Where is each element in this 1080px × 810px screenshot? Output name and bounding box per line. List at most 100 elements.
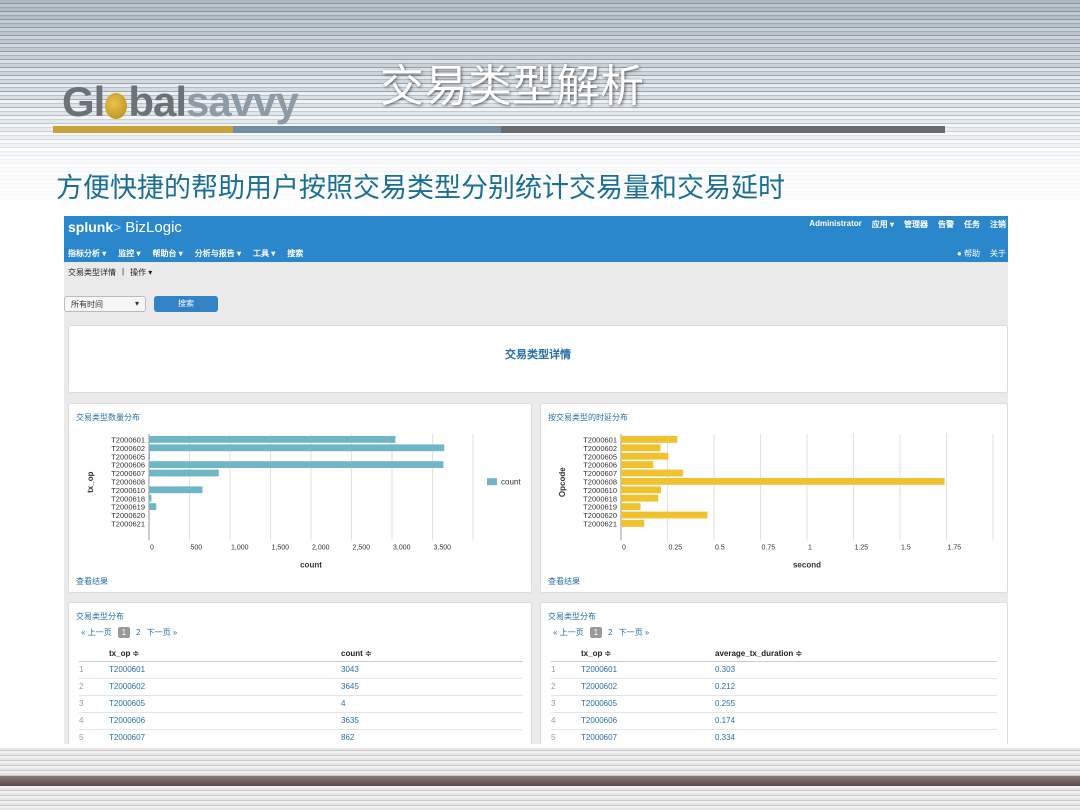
x-tick-label: 3,000: [393, 544, 411, 551]
bar: [621, 452, 669, 460]
bar: [621, 436, 678, 443]
panel-count-chart: 交易类型数量分布 0 500 1,000 1,500 2,000 2,500 3,000 3,…: [68, 403, 532, 593]
nav-helpdesk[interactable]: 帮助台 ▾: [153, 248, 183, 259]
bar: [621, 494, 659, 502]
y-tick-label: T2000621: [111, 520, 145, 529]
user-link-manager[interactable]: 管理器: [904, 219, 928, 230]
table-row[interactable]: 3 T2000605 4: [79, 695, 523, 713]
bar: [621, 469, 684, 477]
row-number: 5: [79, 729, 109, 744]
row-number: 1: [551, 661, 581, 679]
x-tick-label: 0.5: [715, 544, 725, 551]
pager-page-2[interactable]: 2: [136, 628, 140, 637]
pager-next[interactable]: 下一页 »: [619, 627, 650, 638]
panel-latency-chart: 按交易类型的时延分布 0 0.25 0.5 0.75 1 1.25 1.5 1.75 T2000…: [540, 403, 1008, 593]
about-link[interactable]: 关于: [990, 248, 1006, 259]
panel-count-table: 交易类型分布 « 上一页 1 2 下一页 » tx_op ≑ count ≑ 1T…: [68, 602, 532, 744]
pager-next[interactable]: 下一页 »: [147, 627, 178, 638]
x-tick-label: 0.25: [669, 544, 683, 551]
cell-value: 0.303: [715, 661, 997, 679]
bar: [621, 444, 661, 452]
cell-value: 0.334: [715, 729, 997, 744]
row-number: 3: [551, 695, 581, 713]
nav-monitor[interactable]: 监控 ▾: [118, 248, 140, 259]
row-number: 4: [551, 712, 581, 730]
nav-right: ● 帮助 关于: [957, 248, 1006, 259]
bar: [149, 444, 445, 452]
count-table: tx_op ≑ count ≑ 1 T2000601 3043 2 T2000602 364…: [79, 647, 523, 744]
dashboard-title: 交易类型详情: [505, 349, 571, 361]
cell-value: 862: [341, 729, 523, 744]
cell-tx-op[interactable]: T2000602: [109, 678, 341, 696]
col-header[interactable]: tx_op ≑: [581, 647, 715, 662]
help-link[interactable]: ● 帮助: [957, 248, 980, 259]
nav-reports[interactable]: 分析与报告 ▾: [195, 248, 241, 259]
y-axis-label: tx_op: [86, 471, 95, 492]
cell-tx-op[interactable]: T2000605: [109, 695, 341, 713]
table-row[interactable]: 1 T2000601 0.303: [551, 661, 997, 679]
row-number: 3: [79, 695, 109, 713]
y-tick-label: T2000621: [583, 520, 617, 529]
pager: « 上一页 1 2 下一页 »: [553, 627, 649, 638]
col-header[interactable]: tx_op ≑: [109, 647, 341, 662]
user-link-apps[interactable]: 应用 ▾: [872, 219, 894, 230]
col-header[interactable]: count ≑: [341, 647, 523, 662]
view-results-link[interactable]: 查看结果: [76, 576, 108, 587]
subnav-actions[interactable]: 操作 ▾: [130, 267, 152, 277]
table-row[interactable]: 2 T2000602 3645: [79, 678, 523, 696]
cell-tx-op[interactable]: T2000605: [581, 695, 715, 713]
pager-prev[interactable]: « 上一页: [81, 627, 112, 638]
cell-tx-op[interactable]: T2000601: [581, 661, 715, 679]
table-row[interactable]: 1 T2000601 3043: [79, 661, 523, 679]
bar: [149, 436, 396, 443]
table-row[interactable]: 4 T2000606 0.174: [551, 712, 997, 730]
nav-search[interactable]: 搜索: [287, 248, 303, 259]
cell-tx-op[interactable]: T2000602: [581, 678, 715, 696]
cell-tx-op[interactable]: T2000601: [109, 661, 341, 679]
user-link-alerts[interactable]: 告警: [938, 219, 954, 230]
cell-tx-op[interactable]: T2000606: [109, 712, 341, 730]
row-number: 5: [551, 729, 581, 744]
user-link-admin[interactable]: Administrator: [809, 219, 861, 230]
top-bar: splunk> BizLogic Administrator 应用 ▾ 管理器 …: [64, 216, 1008, 262]
latency-table: tx_op ≑ average_tx_duration ≑ 1 T2000601 0.…: [551, 647, 997, 744]
nav-tools[interactable]: 工具 ▾: [253, 248, 275, 259]
x-axis-label: second: [793, 560, 821, 569]
row-number: 4: [79, 712, 109, 730]
pager-current[interactable]: 1: [589, 627, 603, 638]
cell-tx-op[interactable]: T2000607: [581, 729, 715, 744]
cell-value: 0.212: [715, 678, 997, 696]
table-row[interactable]: 5 T2000607 862: [79, 729, 523, 744]
bar: [149, 503, 157, 510]
dashboard-heading: 交易类型详情: [68, 325, 1008, 393]
col-header[interactable]: average_tx_duration ≑: [715, 647, 997, 662]
search-button[interactable]: 搜索: [154, 296, 218, 312]
user-link-jobs[interactable]: 任务: [964, 219, 980, 230]
time-range-select[interactable]: 所有时间: [64, 296, 146, 312]
table-row[interactable]: 2 T2000602 0.212: [551, 678, 997, 696]
table-row[interactable]: 3 T2000605 0.255: [551, 695, 997, 713]
slide-subtitle: 方便快捷的帮助用户按照交易类型分别统计交易量和交易延时: [56, 173, 785, 204]
x-tick-label: 1: [808, 544, 812, 551]
cell-tx-op[interactable]: T2000606: [581, 712, 715, 730]
pager-current[interactable]: 1: [117, 627, 131, 638]
pager-page-2[interactable]: 2: [608, 628, 612, 637]
cell-value: 0.174: [715, 712, 997, 730]
cell-value: 3043: [341, 661, 523, 679]
splunk-app-window: splunk> BizLogic Administrator 应用 ▾ 管理器 …: [64, 216, 1008, 744]
x-tick-label: 0: [622, 544, 626, 551]
table-row[interactable]: 4 T2000606 3635: [79, 712, 523, 730]
bar: [149, 452, 150, 460]
panel-latency-table: 交易类型分布 « 上一页 1 2 下一页 » tx_op ≑ average_tx…: [540, 602, 1008, 744]
table-row[interactable]: 5 T2000607 0.334: [551, 729, 997, 744]
count-chart-svg: 0 500 1,000 1,500 2,000 2,500 3,000 3,500 T20006…: [86, 434, 521, 569]
cell-tx-op[interactable]: T2000607: [109, 729, 341, 744]
user-link-logout[interactable]: 注销: [990, 219, 1006, 230]
panel-title: 交易类型分布: [548, 612, 596, 621]
app-brand[interactable]: splunk> BizLogic: [68, 219, 182, 236]
y-axis-label: Opcode: [558, 467, 567, 497]
view-results-link[interactable]: 查看结果: [548, 576, 580, 587]
subnav-page[interactable]: 交易类型详情: [68, 267, 116, 277]
pager-prev[interactable]: « 上一页: [553, 627, 584, 638]
nav-metrics[interactable]: 指标分析 ▾: [68, 248, 106, 259]
